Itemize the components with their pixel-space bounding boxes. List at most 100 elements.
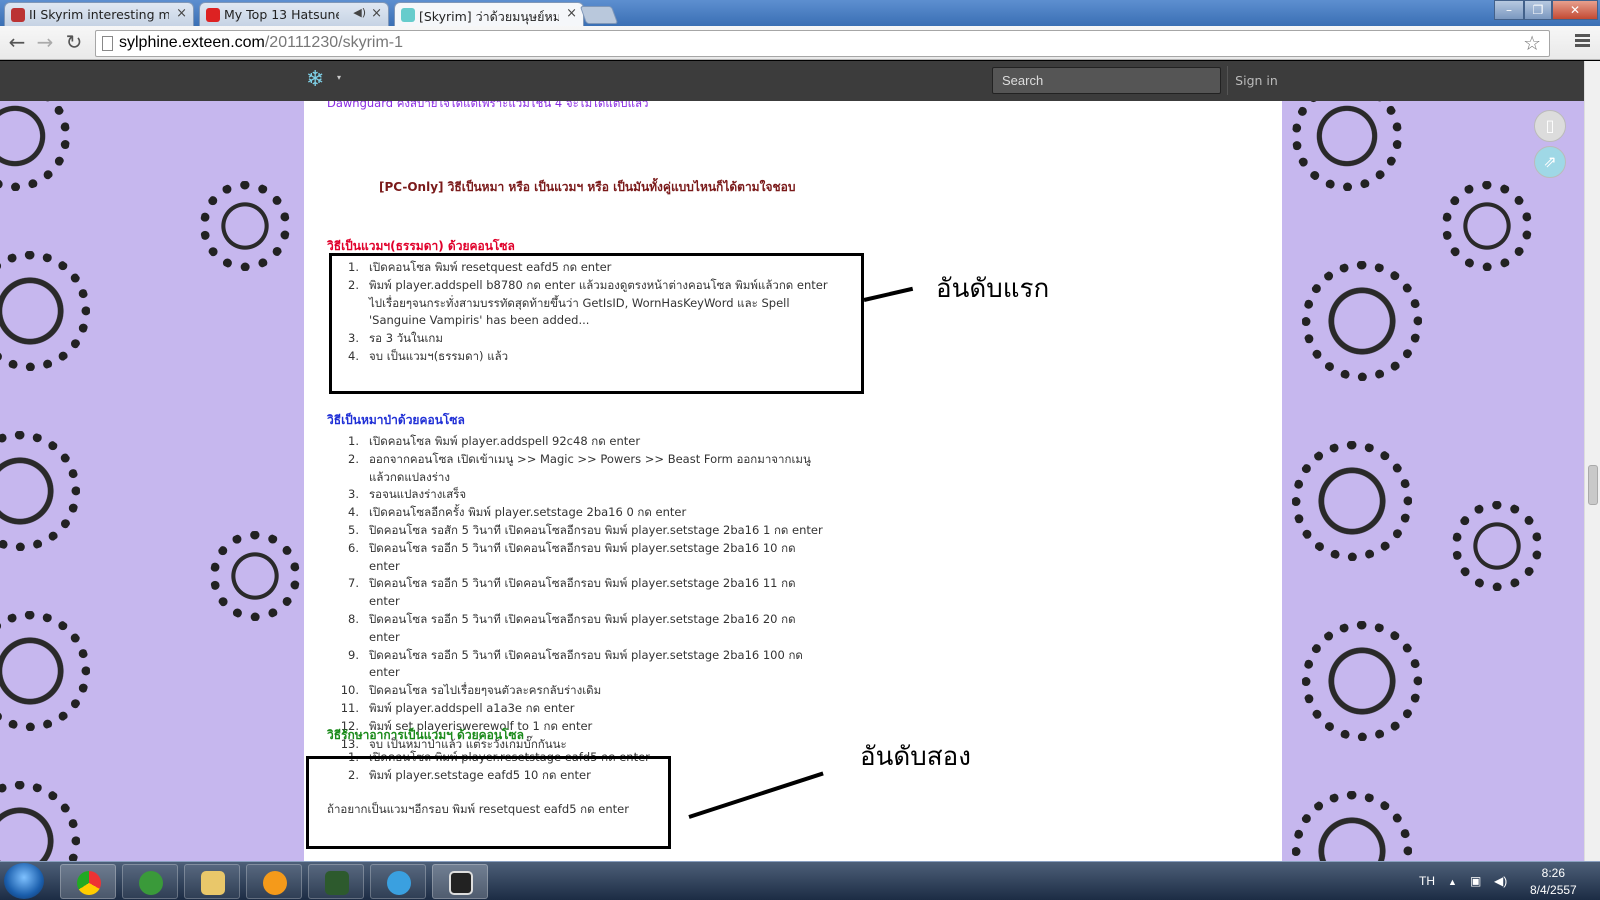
list-item-number: 4. xyxy=(348,505,359,520)
list-item-number: 7. xyxy=(348,576,359,591)
screen-capture-icon xyxy=(449,871,473,895)
search-input[interactable]: Search xyxy=(992,67,1221,94)
list-item: 8. ปิดคอนโซล รออีก 5 วินาที เปิดคอนโซลอีก… xyxy=(337,611,829,647)
minimize-button[interactable]: – xyxy=(1494,0,1524,20)
clock-date: 8/4/2557 xyxy=(1530,883,1577,897)
annotation-box-first xyxy=(329,253,864,394)
maximize-button[interactable]: ❐ xyxy=(1524,0,1552,20)
folder-icon xyxy=(201,871,225,895)
snowflake-logo-icon[interactable]: ❄ xyxy=(306,69,324,91)
left-lace-background xyxy=(0,101,304,861)
tab-title: II Skyrim interesting mo xyxy=(29,7,169,22)
list-item-number: 9. xyxy=(348,647,359,662)
werewolf-steps-list: 1. เปิดคอนโซล พิมพ์ player.addspell 92c48… xyxy=(337,433,829,753)
list-item-text: ปิดคอนโซล รออีก 5 วินาที เปิดคอนโซลอีกรอ… xyxy=(369,647,803,680)
list-item-text: ปิดคอนโซล รอไปเรื่อยๆจนตัวละครกลับร่างเด… xyxy=(369,683,602,698)
list-item-number: 10. xyxy=(340,683,359,698)
url-text: sylphine.exteen.com/20111230/skyrim-1 xyxy=(119,34,403,52)
system-clock[interactable]: 8:26 8/4/2557 xyxy=(1530,865,1577,899)
network-icon[interactable]: ▣ xyxy=(1470,874,1481,888)
tab-close-icon[interactable]: × xyxy=(176,6,187,21)
list-item-text: ปิดคอนโซล รออีก 5 วินาที เปิดคอนโซลอีกรอ… xyxy=(369,611,796,644)
page-icon xyxy=(102,36,113,51)
scrollbar-thumb[interactable] xyxy=(1588,465,1598,505)
start-button[interactable] xyxy=(4,863,44,899)
media-player-icon xyxy=(263,871,287,895)
list-item: 9. ปิดคอนโซล รออีก 5 วินาที เปิดคอนโซลอีก… xyxy=(337,647,829,683)
tab-strip: II Skyrim interesting mo × My Top 13 Hat… xyxy=(0,0,1600,26)
list-item-text: ออกจากคอนโซล เปิดเข้าเมนู >> Magic >> Po… xyxy=(369,451,811,484)
list-item-number: 3. xyxy=(348,487,359,502)
annotation-box-second xyxy=(306,756,671,849)
taskbar-explorer[interactable] xyxy=(184,864,240,899)
taskbar-task-manager[interactable] xyxy=(308,864,364,899)
close-window-button[interactable]: ✕ xyxy=(1552,0,1598,20)
list-item-text: รอจนแปลงร่างเสร็จ xyxy=(369,487,467,502)
list-item-number: 11. xyxy=(340,700,359,715)
list-item: 10. ปิดคอนโซล รอไปเรื่อยๆจนตัวละครกลับร่า… xyxy=(337,682,829,700)
list-item-number: 8. xyxy=(348,611,359,626)
taskbar-chrome[interactable] xyxy=(60,864,116,899)
clock-time: 8:26 xyxy=(1541,866,1566,880)
list-item-text: พิมพ์ player.addspell a1a3e กด enter xyxy=(369,700,575,715)
section-heading-cure: วิธีรักษาอาการเป็นแวมฯ ด้วยคอนโซล xyxy=(327,728,524,742)
list-item-text: เปิดคอนโซลอีกครั้ง พิมพ์ player.setstage… xyxy=(369,505,687,520)
list-item: 2. ออกจากคอนโซล เปิดเข้าเมนู >> Magic >> … xyxy=(337,451,829,487)
site-header: ❄ ▾ Search Sign in xyxy=(0,61,1584,101)
intro-text: Dawnguard คงสบายใจได้แต่เพราะแวมไชน์ 4 จ… xyxy=(327,101,649,110)
taskbar-network[interactable] xyxy=(122,864,178,899)
share-icon[interactable]: ⇗ xyxy=(1534,146,1566,178)
taskbar-media[interactable] xyxy=(246,864,302,899)
chrome-icon xyxy=(77,871,101,895)
list-item-text: ปิดคอนโซล รอสัก 5 วินาที เปิดคอนโซลอีกรอ… xyxy=(369,522,823,537)
right-lace-background xyxy=(1282,101,1584,861)
annotation-label-second: อันดับสอง xyxy=(860,742,971,772)
chevron-down-icon[interactable]: ▾ xyxy=(337,73,341,82)
list-item: 6. ปิดคอนโซล รออีก 5 วินาที เปิดคอนโซลอีก… xyxy=(337,540,829,576)
globe-icon xyxy=(139,871,163,895)
tab-close-icon[interactable]: × xyxy=(371,6,382,21)
annotation-label-first: อันดับแรก xyxy=(936,274,1050,304)
mobile-view-icon[interactable]: ▯ xyxy=(1534,110,1566,142)
taskbar-screenshot-tool[interactable] xyxy=(432,864,488,899)
tab-skyrim-interesting[interactable]: II Skyrim interesting mo × xyxy=(4,2,194,26)
article-subtitle: [PC-Only] วิธีเป็นหมา หรือ เป็นแวมฯ หรือ… xyxy=(379,180,796,194)
exteen-favicon-icon xyxy=(401,8,415,22)
list-item-text: ปิดคอนโซล รออีก 5 วินาที เปิดคอนโซลอีกรอ… xyxy=(369,540,796,573)
address-bar[interactable]: sylphine.exteen.com/20111230/skyrim-1 ☆ xyxy=(95,30,1550,57)
tray-expand-icon[interactable]: ▲ xyxy=(1448,877,1457,887)
list-item: 4. เปิดคอนโซลอีกครั้ง พิมพ์ player.setsta… xyxy=(337,504,829,522)
monitor-icon xyxy=(325,871,349,895)
list-item-number: 6. xyxy=(348,540,359,555)
tab-skyrim-active[interactable]: [Skyrim] ว่าด้วยมนุษย์หมาป × xyxy=(394,2,584,26)
browser-toolbar: ← → ↻ sylphine.exteen.com/20111230/skyri… xyxy=(0,26,1600,60)
list-item-text: ปิดคอนโซล รออีก 5 วินาที เปิดคอนโซลอีกรอ… xyxy=(369,576,796,609)
forward-button[interactable]: → xyxy=(33,31,57,55)
list-item: 5. ปิดคอนโซล รอสัก 5 วินาที เปิดคอนโซลอีก… xyxy=(337,522,829,540)
url-path: /20111230/skyrim-1 xyxy=(264,34,403,51)
language-indicator[interactable]: TH xyxy=(1419,874,1435,888)
list-item: 1. เปิดคอนโซล พิมพ์ player.addspell 92c48… xyxy=(337,433,829,451)
vertical-scrollbar[interactable] xyxy=(1584,61,1600,861)
tab-close-icon[interactable]: × xyxy=(566,6,577,21)
tab-my-top-13[interactable]: My Top 13 Hatsune ◀) × xyxy=(199,2,389,26)
volume-icon[interactable]: ◀) xyxy=(1494,874,1507,888)
back-button[interactable]: ← xyxy=(5,31,29,55)
tab-title: [Skyrim] ว่าด้วยมนุษย์หมาป xyxy=(419,9,559,24)
list-item-text: เปิดคอนโซล พิมพ์ player.addspell 92c48 ก… xyxy=(369,434,641,448)
list-item: 3. รอจนแปลงร่างเสร็จ xyxy=(337,486,829,504)
bird-icon xyxy=(387,871,411,895)
tab-title: My Top 13 Hatsune xyxy=(224,7,339,22)
bookmark-star-icon[interactable]: ☆ xyxy=(1523,31,1541,55)
chrome-menu-icon[interactable] xyxy=(1575,34,1590,49)
youtube-icon xyxy=(206,8,220,22)
list-item-number: 5. xyxy=(348,522,359,537)
list-item-number: 1. xyxy=(348,434,359,448)
taskbar-app[interactable] xyxy=(370,864,426,899)
tab-favicon-icon xyxy=(11,8,25,22)
reload-button[interactable]: ↻ xyxy=(62,31,86,55)
new-tab-button[interactable] xyxy=(579,6,619,24)
windows-taskbar: TH ▲ ▣ ◀) 8:26 8/4/2557 xyxy=(0,861,1600,900)
list-item: 7. ปิดคอนโซล รออีก 5 วินาที เปิดคอนโซลอีก… xyxy=(337,575,829,611)
sign-in-link[interactable]: Sign in xyxy=(1227,66,1285,95)
